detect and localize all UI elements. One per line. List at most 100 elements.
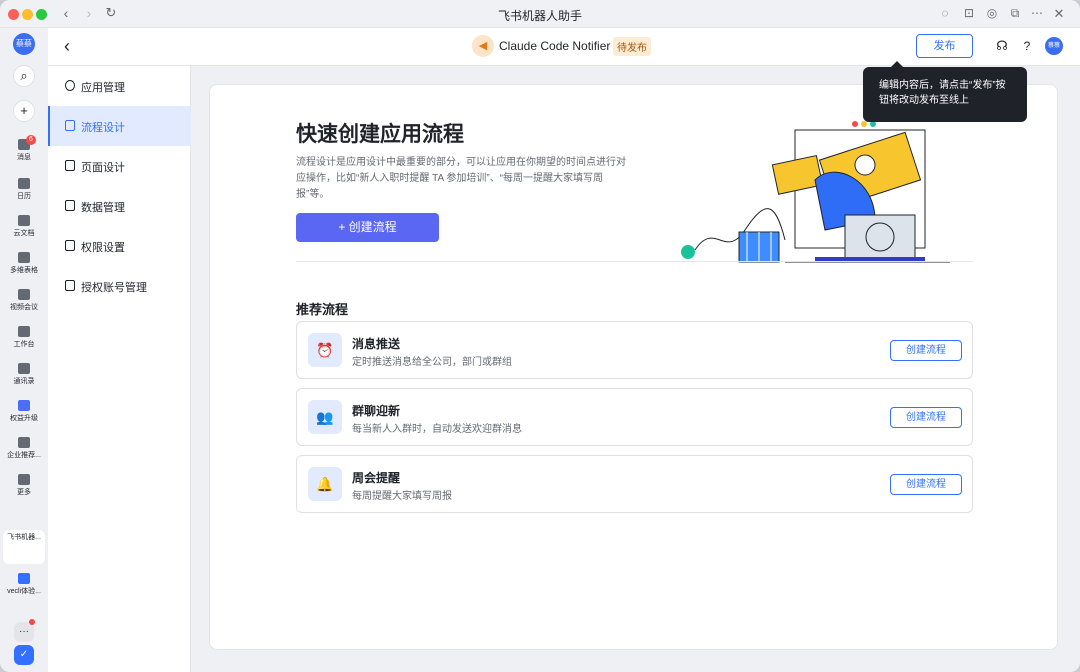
group-users-icon: 👥 bbox=[308, 400, 342, 434]
nav-item-app-management[interactable]: 应用管理 bbox=[48, 66, 191, 106]
nav-item-label: 授权账号管理 bbox=[81, 282, 147, 294]
content-card: 快速创建应用流程 流程设计是应用设计中最重要的部分，可以让应用在你期望的时间点进… bbox=[209, 84, 1058, 650]
rail-item-calendar[interactable]: 日历 bbox=[0, 178, 48, 201]
create-flow-button[interactable]: 创建流程 bbox=[890, 407, 962, 428]
flow-card-title: 消息推送 bbox=[352, 337, 401, 351]
rail-item-messages[interactable]: 6 消息 bbox=[0, 135, 48, 162]
megaphone-icon: ◀ bbox=[472, 35, 494, 57]
app-name: Claude Code Notifier bbox=[499, 39, 611, 53]
rail-item-more[interactable]: 更多 bbox=[0, 474, 48, 497]
rail-item-upgrade[interactable]: 权益升级 bbox=[0, 400, 48, 423]
unread-badge: 6 bbox=[26, 135, 36, 145]
flow-card-desc: 定时推送消息给全公司，部门或群组 bbox=[352, 357, 512, 368]
open-window-icon[interactable]: ⧉ bbox=[1007, 6, 1023, 22]
bar-chart-icon bbox=[65, 200, 75, 211]
account-icon bbox=[65, 280, 75, 291]
rail-app-label: 飞书机器... bbox=[7, 534, 41, 541]
compass-icon[interactable]: ◎ bbox=[984, 6, 1000, 22]
gear-icon bbox=[65, 80, 75, 91]
rail-app-feishu-bot[interactable]: 飞书机器... bbox=[3, 530, 45, 564]
nav-item-authorized-accounts[interactable]: 授权账号管理 bbox=[48, 266, 191, 306]
rail-item-label: 多维表格 bbox=[10, 267, 38, 274]
close-icon[interactable]: ✕ bbox=[1051, 6, 1067, 22]
lock-icon bbox=[65, 240, 75, 251]
diamond-icon bbox=[18, 400, 30, 411]
app-window: ‹ › ↻ 飞书机器人助手 ◌ ⊡ ◎ ⧉ ⋯ ✕ 蔡蔡 ⌕ + 6 消息 日历… bbox=[0, 0, 1080, 672]
rail-item-base[interactable]: 多维表格 bbox=[0, 252, 48, 275]
rail-item-contacts[interactable]: 通讯录 bbox=[0, 363, 48, 386]
nav-item-label: 流程设计 bbox=[81, 122, 125, 134]
page-title: 快速创建应用流程 bbox=[296, 123, 464, 146]
create-flow-button[interactable]: 创建流程 bbox=[890, 474, 962, 495]
rail-app-vecli[interactable]: vecli体验... bbox=[0, 573, 48, 596]
app-header: ‹ ◀ Claude Code Notifier 待发布 发布 ☊ ? 蔡蔡 bbox=[48, 28, 1080, 66]
help-icon[interactable]: ? bbox=[1019, 38, 1035, 54]
contacts-icon bbox=[18, 363, 30, 374]
rail-item-label: 更多 bbox=[17, 489, 31, 496]
rail-item-label: 权益升级 bbox=[10, 415, 38, 422]
headset-icon[interactable]: ☊ bbox=[994, 38, 1010, 54]
flow-card-title: 群聊迎新 bbox=[352, 404, 401, 418]
flow-card-desc: 每当新人入群时，自动发送欢迎群消息 bbox=[352, 424, 522, 435]
app-rail: 蔡蔡 ⌕ + 6 消息 日历 云文档 多维表格 视频会议 工作台 通讯录 权益升… bbox=[0, 28, 48, 672]
nav-item-permissions[interactable]: 权限设置 bbox=[48, 226, 191, 266]
rail-item-label: 企业推荐... bbox=[7, 452, 41, 459]
section-divider bbox=[296, 261, 973, 262]
rail-item-video[interactable]: 视频会议 bbox=[0, 289, 48, 312]
section-title: 推荐流程 bbox=[296, 302, 349, 317]
nav-item-data-management[interactable]: 数据管理 bbox=[48, 186, 191, 226]
create-flow-button[interactable]: + 创建流程 bbox=[296, 213, 439, 242]
flow-card-message-push: ⏰ 消息推送 定时推送消息给全公司，部门或群组 创建流程 bbox=[296, 321, 973, 379]
nav-item-label: 权限设置 bbox=[81, 242, 125, 254]
title-bar: ‹ › ↻ 飞书机器人助手 ◌ ⊡ ◎ ⧉ ⋯ ✕ bbox=[0, 0, 1080, 28]
rail-item-workplace[interactable]: 工作台 bbox=[0, 326, 48, 349]
hero-description: 流程设计是应用设计中最重要的部分，可以让应用在你期望的时间点进行对应操作，比如“… bbox=[296, 157, 626, 200]
publish-tooltip: 编辑内容后，请点击“发布”按钮将改动发布至线上 bbox=[863, 61, 1027, 122]
nav-item-page-design[interactable]: 页面设计 bbox=[48, 146, 191, 186]
rail-item-docs[interactable]: 云文档 bbox=[0, 215, 48, 238]
rail-item-label: 视频会议 bbox=[10, 304, 38, 311]
flow-card-group-welcome: 👥 群聊迎新 每当新人入群时，自动发送欢迎群消息 创建流程 bbox=[296, 388, 973, 446]
rail-item-label: 工作台 bbox=[13, 341, 35, 348]
add-icon[interactable]: + bbox=[13, 100, 35, 122]
more-options-button[interactable]: ··· bbox=[14, 619, 35, 642]
publish-button[interactable]: 发布 bbox=[916, 34, 973, 58]
flow-card-desc: 每周提醒大家填写周报 bbox=[352, 491, 452, 502]
status-badge: 待发布 bbox=[613, 37, 651, 56]
create-flow-button[interactable]: 创建流程 bbox=[890, 340, 962, 361]
nav-item-label: 应用管理 bbox=[81, 82, 125, 94]
flow-card-title: 周会提醒 bbox=[352, 471, 401, 485]
app-icon bbox=[18, 573, 30, 584]
flow-icon bbox=[65, 120, 75, 131]
rail-item-label: 通讯录 bbox=[13, 378, 35, 385]
bell-icon: 🔔 bbox=[308, 467, 342, 501]
window-title: 飞书机器人助手 bbox=[497, 9, 582, 23]
rail-item-recommend[interactable]: 企业推荐... bbox=[0, 437, 48, 460]
more-apps-icon bbox=[18, 474, 30, 485]
hero-illustration bbox=[681, 121, 950, 263]
rail-item-label: 云文档 bbox=[13, 230, 35, 237]
bot-icon[interactable]: ⊡ bbox=[961, 6, 977, 22]
rail-item-label: 日历 bbox=[17, 193, 31, 200]
more-icon[interactable]: ⋯ bbox=[1029, 6, 1045, 22]
search-icon[interactable]: ⌕ bbox=[13, 65, 35, 87]
flow-card-weekly-reminder: 🔔 周会提醒 每周提醒大家填写周报 创建流程 bbox=[296, 455, 973, 513]
page-icon bbox=[65, 160, 75, 171]
feishu-logo-icon[interactable]: ✓ bbox=[14, 645, 34, 665]
document-icon bbox=[18, 215, 30, 226]
calendar-icon bbox=[18, 178, 30, 189]
notification-dot bbox=[29, 619, 35, 625]
more-options-label: ··· bbox=[19, 626, 29, 637]
video-camera-icon bbox=[18, 289, 30, 300]
grid-icon bbox=[18, 326, 30, 337]
user-avatar[interactable]: 蔡蔡 bbox=[1045, 37, 1063, 55]
chat-icon[interactable]: ◌ bbox=[937, 6, 953, 22]
person-icon bbox=[18, 437, 30, 448]
user-avatar[interactable]: 蔡蔡 bbox=[13, 33, 35, 55]
back-icon[interactable]: ‹ bbox=[64, 36, 70, 57]
rail-item-label: 消息 bbox=[17, 154, 31, 161]
nav-item-flow-design[interactable]: 流程设计 bbox=[48, 106, 191, 146]
nav-item-label: 数据管理 bbox=[81, 202, 125, 214]
alarm-clock-icon: ⏰ bbox=[308, 333, 342, 367]
rail-app-label: vecli体验... bbox=[7, 588, 41, 595]
